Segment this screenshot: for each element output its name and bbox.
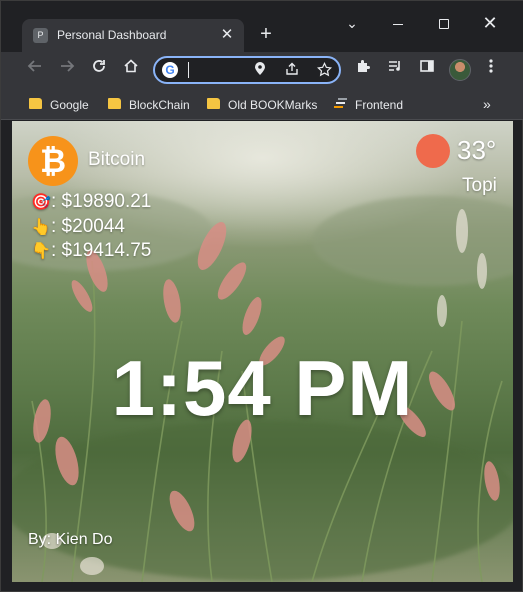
bookmark-star-icon[interactable] — [315, 61, 333, 80]
address-input[interactable] — [187, 61, 247, 79]
home-icon[interactable] — [119, 58, 143, 82]
page-favicon-icon: P — [33, 28, 48, 43]
bookmark-frontend[interactable]: Frontend — [334, 95, 403, 113]
price-high: : $20044 — [51, 216, 125, 237]
weather-city: Topi — [462, 175, 497, 196]
bookmarks-bar: Google BlockChain Old BOOKMarks Frontend… — [1, 88, 523, 120]
price-current: : $19890.21 — [51, 191, 152, 212]
price-low: : $19414.75 — [51, 240, 152, 261]
back-arrow-icon[interactable] — [23, 58, 47, 82]
kebab-menu-icon[interactable] — [479, 58, 503, 82]
temperature: 33° — [457, 135, 497, 165]
tab-close-icon[interactable]: ✕ — [218, 26, 236, 44]
price-current-row: 🎯: $19890.21 — [31, 191, 151, 213]
tab-strip: P Personal Dashboard ✕ + ⌄ ✕ — [1, 1, 523, 52]
media-queue-icon[interactable] — [383, 58, 407, 82]
bookmark-google[interactable]: Google — [29, 95, 89, 113]
sun-icon — [416, 134, 450, 168]
folder-icon — [207, 98, 220, 109]
browser-toolbar: G — [1, 52, 523, 88]
new-tab-button[interactable]: + — [254, 22, 278, 46]
window-close-button[interactable]: ✕ — [476, 9, 504, 37]
folder-icon — [108, 98, 121, 109]
maximize-icon — [439, 19, 449, 30]
price-low-row: 👇: $19414.75 — [31, 240, 151, 262]
reload-icon[interactable] — [87, 58, 111, 82]
minimize-button[interactable] — [384, 9, 412, 37]
maximize-button[interactable] — [430, 9, 458, 37]
target-icon: 🎯 — [31, 194, 51, 211]
bookmark-label: Google — [50, 97, 89, 112]
bitcoin-logo-icon: ₿ — [28, 136, 78, 186]
clock-time: 1:54 PM — [111, 344, 414, 432]
side-panel-icon[interactable] — [415, 58, 439, 82]
share-icon[interactable] — [283, 62, 301, 80]
location-pin-icon[interactable] — [251, 62, 269, 80]
extensions-puzzle-icon[interactable] — [351, 58, 375, 82]
bookmark-blockchain[interactable]: BlockChain — [108, 95, 190, 113]
tab-title: Personal Dashboard — [57, 28, 167, 42]
address-bar[interactable]: G — [153, 56, 341, 84]
author-credit: By: Kien Do — [28, 531, 113, 548]
more-bookmarks-chevron-icon[interactable]: » — [483, 95, 491, 113]
browser-window: P Personal Dashboard ✕ + ⌄ ✕ G Google Bl… — [0, 0, 523, 592]
frontend-bookmark-icon — [334, 96, 348, 108]
google-icon: G — [162, 62, 178, 78]
minimize-icon — [393, 23, 403, 26]
bookmark-label: BlockChain — [129, 97, 190, 112]
folder-icon — [29, 98, 42, 109]
tab-search-chevron-icon[interactable]: ⌄ — [338, 9, 366, 37]
bookmark-label: Frontend — [355, 97, 404, 112]
hand-pointing-up-icon: 👆 — [31, 219, 51, 236]
dashboard-page: ₿ Bitcoin 🎯: $19890.21 👆: $20044 👇: $194… — [12, 121, 513, 582]
forward-arrow-icon[interactable] — [55, 58, 79, 82]
bookmark-label: Old BOOKMarks — [228, 97, 318, 112]
profile-avatar[interactable] — [449, 59, 471, 81]
hand-pointing-down-icon: 👇 — [31, 243, 51, 260]
tab-personal-dashboard[interactable]: P Personal Dashboard ✕ — [22, 19, 244, 52]
crypto-name: Bitcoin — [88, 149, 146, 170]
text-caret — [188, 62, 189, 78]
price-high-row: 👆: $20044 — [31, 216, 125, 238]
bookmark-old-bookmarks[interactable]: Old BOOKMarks — [207, 95, 317, 113]
